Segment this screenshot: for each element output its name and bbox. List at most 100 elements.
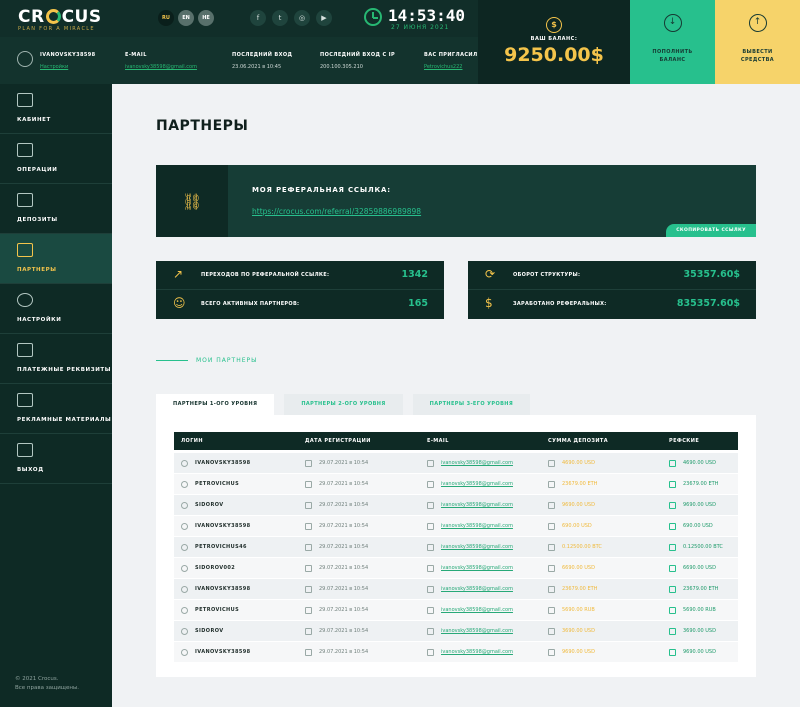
sidebar-item-operations[interactable]: ОПЕРАЦИИ bbox=[0, 134, 112, 184]
deposit-button[interactable]: ↓ ПОПОЛНИТЬ БАЛАНС bbox=[630, 0, 715, 84]
balance-label: ВАШ БАЛАНС: bbox=[530, 36, 578, 42]
tab-level-1[interactable]: ПАРТНЕРЫ 1-ОГО УРОВНЯ bbox=[156, 394, 275, 415]
cell-email[interactable]: ivanovsky38598@gmail.com bbox=[420, 585, 541, 593]
cell-login: IVANOVSKY38598 bbox=[174, 522, 298, 530]
mail-icon bbox=[427, 522, 434, 530]
refresh-icon: ⟳ bbox=[485, 267, 496, 281]
wallet-icon bbox=[17, 343, 33, 357]
facebook-icon[interactable]: f bbox=[250, 10, 266, 26]
referral-link[interactable]: https://crocus.com/referral/328598869898… bbox=[252, 207, 421, 216]
sidebar-item-deposits[interactable]: ДЕПОЗИТЫ bbox=[0, 184, 112, 234]
social-links: f t ◎ ▶ bbox=[250, 10, 332, 26]
col-reg-date[interactable]: ДАТА РЕГИСТРАЦИИ bbox=[298, 432, 420, 450]
sidebar-item-payment[interactable]: ПЛАТЕЖНЫЕ РЕКВИЗИТЫ bbox=[0, 334, 112, 384]
calendar-icon bbox=[305, 522, 312, 530]
cell-email[interactable]: ivanovsky38598@gmail.com bbox=[420, 501, 541, 509]
table-row: IVANOVSKY38598 29.07.2021 в 10:54 ivanovsk… bbox=[174, 516, 738, 536]
last-ip-field: ПОСЛЕДНИЙ ВХОД С IP 200.100.305.210 bbox=[320, 52, 396, 70]
lang-ru[interactable]: RU bbox=[158, 10, 174, 26]
wallet-icon bbox=[669, 543, 676, 551]
cell-email[interactable]: ivanovsky38598@gmail.com bbox=[420, 543, 541, 551]
lang-he[interactable]: HE bbox=[198, 10, 214, 26]
user-icon bbox=[181, 564, 188, 572]
cell-ref: 0.12500.00 BTC bbox=[662, 543, 738, 551]
wallet-icon bbox=[669, 585, 676, 593]
withdraw-icon: ↑ bbox=[748, 14, 767, 32]
cell-ref: 9690.00 USD bbox=[662, 501, 738, 509]
user-icon bbox=[181, 606, 188, 614]
cell-email[interactable]: ivanovsky38598@gmail.com bbox=[420, 480, 541, 488]
user-icon bbox=[181, 459, 188, 467]
cell-email[interactable]: ivanovsky38598@gmail.com bbox=[420, 627, 541, 635]
calendar-icon bbox=[305, 648, 312, 656]
sidebar: КАБИНЕТ ОПЕРАЦИИ ДЕПОЗИТЫ ПАРТНЕРЫ НАСТР… bbox=[0, 84, 112, 707]
logo[interactable]: CR CUS bbox=[18, 7, 102, 27]
mail-icon bbox=[427, 543, 434, 551]
col-login[interactable]: ЛОГИН bbox=[174, 432, 298, 450]
cell-ref: 23679.00 ETH bbox=[662, 585, 738, 593]
cell-reg: 29.07.2021 в 10:54 bbox=[298, 522, 420, 530]
youtube-icon[interactable]: ▶ bbox=[316, 10, 332, 26]
cell-email[interactable]: ivanovsky38598@gmail.com bbox=[420, 459, 541, 467]
wallet-icon bbox=[669, 627, 676, 635]
cell-email[interactable]: ivanovsky38598@gmail.com bbox=[420, 606, 541, 614]
cell-sum: 23679.00 ETH bbox=[541, 480, 662, 488]
wallet-icon bbox=[669, 564, 676, 572]
sidebar-item-logout[interactable]: ВЫХОД bbox=[0, 434, 112, 484]
cell-reg: 29.07.2021 в 10:54 bbox=[298, 648, 420, 656]
wallet-icon bbox=[548, 585, 555, 593]
coin-icon: $ bbox=[546, 17, 562, 33]
inviter-link[interactable]: Petrovichus222 bbox=[424, 64, 478, 70]
link-icon: ⛓ bbox=[182, 192, 203, 211]
instagram-icon[interactable]: ◎ bbox=[294, 10, 310, 26]
cell-ref: 23679.00 ETH bbox=[662, 480, 738, 488]
col-ref[interactable]: РЕФСКИЕ bbox=[662, 432, 738, 450]
twitter-icon[interactable]: t bbox=[272, 10, 288, 26]
cell-sum: 6690.00 USD bbox=[541, 564, 662, 572]
lang-en[interactable]: EN bbox=[178, 10, 194, 26]
sidebar-item-cabinet[interactable]: КАБИНЕТ bbox=[0, 84, 112, 134]
sidebar-item-promo[interactable]: РЕКЛАМНЫЕ МАТЕРИАЛЫ bbox=[0, 384, 112, 434]
wallet-icon bbox=[669, 522, 676, 530]
sidebar-item-settings[interactable]: НАСТРОЙКИ bbox=[0, 284, 112, 334]
wallet-icon bbox=[548, 522, 555, 530]
settings-link[interactable]: Настройки bbox=[40, 64, 96, 70]
cell-reg: 29.07.2021 в 10:54 bbox=[298, 501, 420, 509]
last-login-field: ПОСЛЕДНИЙ ВХОД 23.06.2021 в 10:45 bbox=[232, 52, 293, 70]
cell-sum: 3690.00 USD bbox=[541, 627, 662, 635]
wallet-icon bbox=[669, 606, 676, 614]
col-deposit[interactable]: СУММА ДЕПОЗИТА bbox=[541, 432, 662, 450]
referral-stats: ↗ ПЕРЕХОДОВ ПО РЕФЕРАЛЬНОЙ ССЫЛКЕ: 1342 … bbox=[156, 261, 444, 319]
logout-icon bbox=[17, 443, 33, 457]
user-icon bbox=[181, 585, 188, 593]
email-link[interactable]: ivanovsky38598@gmail.com bbox=[125, 64, 197, 70]
tab-level-3[interactable]: ПАРТНЕРЫ 3-ЕГО УРОВНЯ bbox=[412, 394, 531, 415]
wallet-icon bbox=[548, 606, 555, 614]
cell-email[interactable]: ivanovsky38598@gmail.com bbox=[420, 564, 541, 572]
calendar-icon bbox=[305, 627, 312, 635]
logo-tagline: PLAN FOR A MIRACLE bbox=[18, 26, 95, 32]
wallet-icon bbox=[548, 501, 555, 509]
stat-turnover: ⟳ ОБОРОТ СТРУКТУРЫ: 35357.60$ bbox=[468, 261, 756, 290]
cell-email[interactable]: ivanovsky38598@gmail.com bbox=[420, 648, 541, 656]
gear-icon bbox=[17, 293, 33, 307]
cell-sum: 9690.00 USD bbox=[541, 648, 662, 656]
col-email[interactable]: E-MAIL bbox=[420, 432, 541, 450]
balance-panel: $ ВАШ БАЛАНС: 9250.00$ bbox=[478, 0, 630, 84]
sidebar-item-partners[interactable]: ПАРТНЕРЫ bbox=[0, 234, 112, 284]
cell-login: IVANOVSKY38598 bbox=[174, 648, 298, 656]
withdraw-button[interactable]: ↑ ВЫВЕСТИ СРЕДСТВА bbox=[715, 0, 800, 84]
copy-link-button[interactable]: СКОПИРОВАТЬ ССЫЛКУ bbox=[666, 224, 756, 237]
coin-icon: $ bbox=[485, 296, 493, 310]
cell-sum: 9690.00 USD bbox=[541, 501, 662, 509]
user-icon bbox=[181, 543, 188, 551]
cell-login: SIDOROV bbox=[174, 627, 298, 635]
table-row: SIDOROV 29.07.2021 в 10:54 ivanovsky38598@… bbox=[174, 495, 738, 515]
mail-icon bbox=[427, 459, 434, 467]
mail-icon bbox=[427, 627, 434, 635]
calendar-icon bbox=[17, 143, 33, 157]
calendar-icon bbox=[305, 459, 312, 467]
cell-email[interactable]: ivanovsky38598@gmail.com bbox=[420, 522, 541, 530]
user-login: IVANOVSKY38598 bbox=[40, 52, 96, 58]
tab-level-2[interactable]: ПАРТНЕРЫ 2-ОГО УРОВНЯ bbox=[284, 394, 403, 415]
